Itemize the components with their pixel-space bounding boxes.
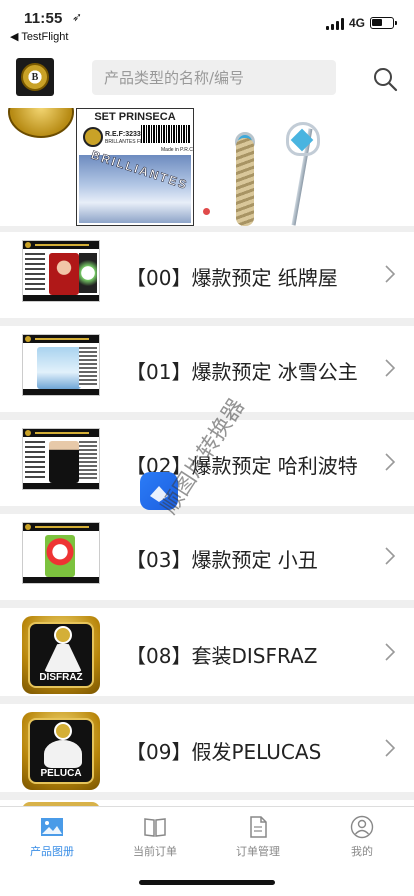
banner-product-card: SET PRINSECA R.E.F:32335 BRILLANTES FIES… [76,108,194,226]
tab-label: 产品图册 [30,845,74,858]
chevron-right-icon [385,453,396,471]
list-item[interactable]: PELUCA 【09】假发PELUCAS [0,704,414,792]
list-item-title: 【08】套装DISFRAZ [126,644,318,668]
disfraz-category-icon: DISFRAZ [22,616,100,694]
list-item[interactable]: 【03】爆款预定 小丑 [0,514,414,600]
back-to-testflight-link[interactable]: ◀ TestFlight [10,30,68,43]
chevron-right-icon [385,547,396,565]
app-header: B [0,46,414,108]
list-item[interactable]: DISFRAZ 【08】套装DISFRAZ [0,608,414,696]
list-item-title: 【03】爆款预定 小丑 [126,548,318,572]
card-medal-image [83,127,103,147]
chevron-right-icon [385,739,396,757]
list-item-title: 【01】爆款预定 冰雪公主 [126,360,358,384]
list-item-title: 【02】爆款预定 哈利波特 [126,454,358,478]
battery-level [372,19,382,26]
status-bar: 11:55 ➶ ◀ TestFlight 4G [0,0,414,46]
tab-current-orders[interactable]: 当前订单 [105,815,205,865]
list-item[interactable]: 【02】爆款预定 哈利波特 [0,420,414,506]
tab-order-management[interactable]: 订单管理 [208,815,308,865]
battery-icon [370,17,397,29]
braid-wig-image [236,138,254,226]
search-input[interactable] [92,60,336,95]
tab-catalog[interactable]: 产品图册 [2,815,102,865]
category-thumbnail [22,240,100,302]
category-thumbnail [22,522,100,584]
carousel-page-indicator[interactable] [203,208,210,215]
banner-card-title: SET PRINSECA [94,111,176,123]
barcode-image [141,125,191,143]
peluca-category-icon: PELUCA [22,712,100,790]
peluca-icon-label: PELUCA [40,768,82,779]
tab-profile[interactable]: 我的 [312,815,412,865]
tab-label: 我的 [351,845,373,858]
chevron-right-icon [385,359,396,377]
search-icon[interactable] [372,66,398,92]
status-time: 11:55 [24,10,63,27]
banner-card-ref: R.E.F:32335 [105,131,145,138]
list-item-title: 【00】爆款预定 纸牌屋 [126,266,338,290]
brand-medal-image [8,108,74,138]
category-thumbnail [22,428,100,490]
tab-label: 订单管理 [236,845,280,858]
network-type: 4G [349,16,366,30]
document-icon [250,816,267,838]
banner-carousel[interactable]: SET PRINSECA R.E.F:32335 BRILLANTES FIES… [0,108,414,226]
chevron-right-icon [385,643,396,661]
disfraz-icon-label: DISFRAZ [39,672,83,683]
user-icon [350,815,374,839]
list-item[interactable]: 【01】爆款预定 冰雪公主 [0,326,414,412]
tab-label: 当前订单 [133,845,177,858]
location-arrow-icon: ➶ [72,10,83,24]
brand-logo[interactable]: B [16,58,54,96]
chevron-right-icon [385,265,396,283]
banner-card-made: Made in P.R.C [161,147,193,153]
picture-icon [41,818,63,836]
list-item[interactable]: 【00】爆款预定 纸牌屋 [0,232,414,318]
home-indicator[interactable] [139,880,275,885]
category-thumbnail [22,334,100,396]
book-icon [144,818,166,837]
list-item-title: 【09】假发PELUCAS [126,740,322,764]
cellular-signal-icon [326,18,344,30]
